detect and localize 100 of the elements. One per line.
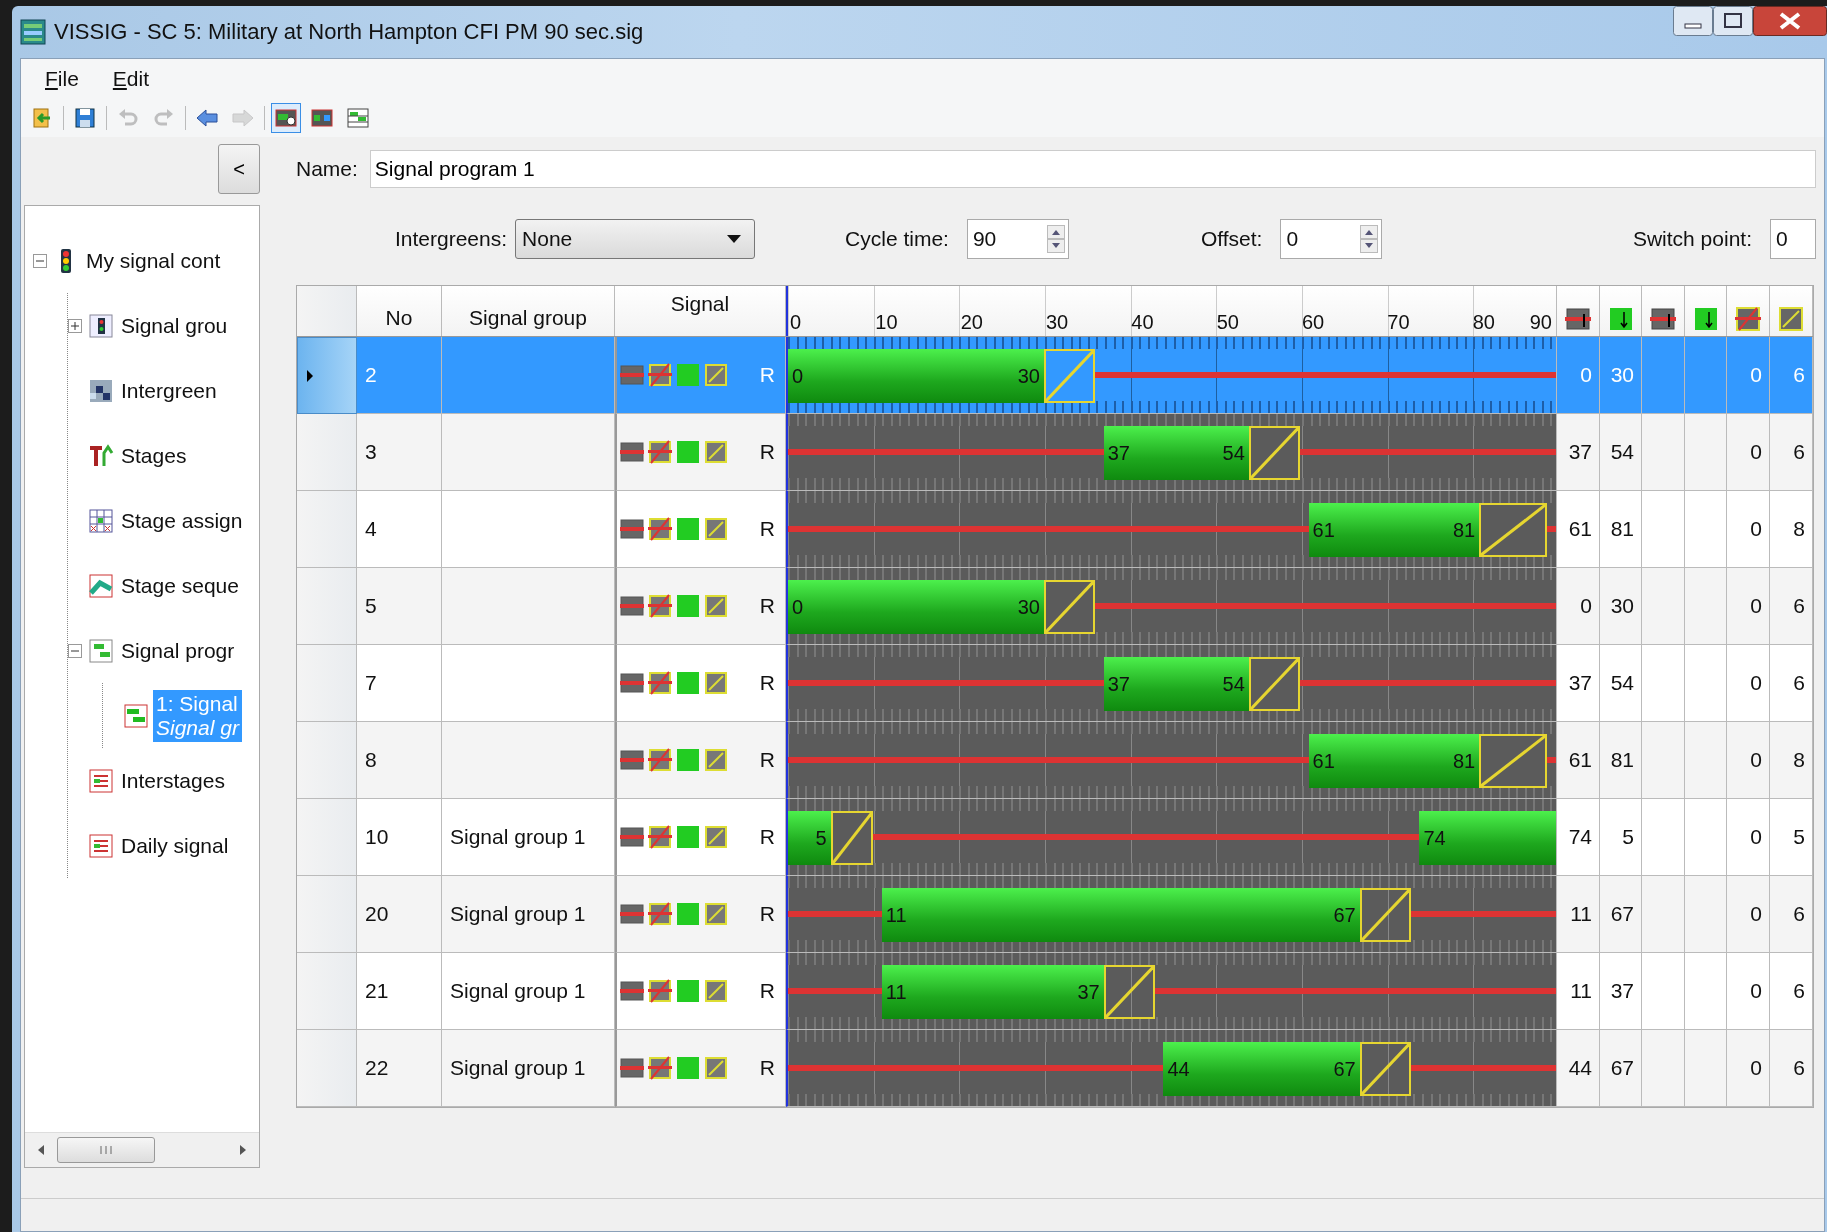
stop-end-icon [1565, 306, 1591, 332]
stages-icon [88, 442, 114, 469]
table-cell: 11 [1557, 953, 1600, 1030]
tree-item[interactable]: Interstages [118, 766, 228, 795]
bar-label: 37 [1076, 980, 1101, 1004]
table-cell: 44 [1557, 1030, 1600, 1107]
tree-item[interactable]: My signal cont [83, 246, 224, 275]
bars-icon [88, 637, 114, 664]
tree-item[interactable]: Stages [118, 441, 190, 470]
phase-bar[interactable]: 11 37 [881, 965, 1104, 1019]
phase-bar[interactable]: 61 81 [1308, 734, 1480, 788]
collapse-toggle[interactable] [68, 643, 84, 658]
tree-item[interactable]: Stage seque [118, 571, 242, 600]
intergreens-dropdown[interactable]: None [515, 219, 756, 259]
spin-up-icon[interactable] [1360, 225, 1379, 239]
bar-label: 0 [791, 595, 805, 619]
bar-label: 44 [1166, 1057, 1191, 1081]
phase-bar[interactable]: 74 [1419, 811, 1556, 865]
timeline-track[interactable]: 11 67 [786, 876, 1557, 953]
tree-item[interactable]: Signal progr [118, 636, 238, 665]
row-header-cell[interactable] [297, 337, 357, 414]
tree-item[interactable]: Intergreen [118, 376, 220, 405]
window-title: VISSIG - SC 5: Military at North Hampton CFI PM 90 sec.sig [54, 19, 644, 45]
row-header-cell[interactable] [297, 876, 357, 953]
timeline-view-button[interactable] [271, 103, 301, 133]
amber-box [1248, 657, 1300, 711]
table-cell: 81 [1600, 722, 1642, 799]
phase-bar[interactable]: 5 [788, 811, 831, 865]
horizontal-scrollbar[interactable] [25, 1132, 259, 1167]
table-cell: 8 [1770, 491, 1813, 568]
row-header-cell[interactable] [297, 953, 357, 1030]
menu-item[interactable]: Edit [112, 67, 150, 91]
table-cell: 54 [1600, 645, 1642, 722]
collapse-button[interactable]: < [218, 144, 260, 194]
phase-bar[interactable]: 37 54 [1103, 657, 1249, 711]
row-header-cell[interactable] [297, 491, 357, 568]
phase-bar[interactable]: 0 30 [788, 580, 1044, 634]
tree-item[interactable]: Daily signal [118, 831, 232, 860]
timeline-track[interactable]: 61 81 [786, 491, 1557, 568]
column-header[interactable]: Signal group [442, 286, 615, 336]
table-cell: 0 [1557, 568, 1600, 645]
tree-item[interactable]: Signal grou [118, 311, 231, 340]
timeline-track[interactable]: 0 30 [786, 337, 1557, 414]
offset-field[interactable]: 0 [1280, 219, 1383, 259]
bar-label: 37 [1106, 672, 1131, 696]
column-header[interactable]: Signal [615, 286, 786, 336]
menu-item[interactable]: File [45, 67, 79, 91]
phase-bar[interactable]: 44 67 [1163, 1042, 1360, 1096]
collapse-toggle[interactable] [33, 253, 49, 268]
table-cell: 0 [1727, 876, 1770, 953]
expand-toggle[interactable] [68, 318, 84, 333]
timeline-track[interactable]: 37 54 [786, 414, 1557, 491]
cycle-time-field[interactable]: 90 [966, 219, 1069, 259]
table-cell: 10 [357, 799, 442, 876]
switch-point-field[interactable]: 0 [1770, 219, 1816, 259]
close-button[interactable] [1753, 6, 1827, 36]
stop-signal-icon [620, 517, 644, 541]
timeline-track[interactable]: 5 74 [786, 799, 1557, 876]
timeline-label: 20 [960, 311, 983, 334]
timeline-track[interactable]: 37 54 [786, 645, 1557, 722]
field-label: Switch point: [1632, 227, 1752, 251]
timeline-track[interactable]: 11 37 [786, 953, 1557, 1030]
table-view-icon [346, 106, 370, 130]
table-cell: 20 [357, 876, 442, 953]
go-signal-icon [676, 1056, 700, 1080]
row-header-cell[interactable] [297, 414, 357, 491]
phase-bar[interactable]: 0 30 [788, 349, 1044, 403]
phase-bar[interactable]: 61 81 [1308, 503, 1480, 557]
column-header[interactable]: No [357, 286, 442, 336]
timeline-label: 30 [1046, 311, 1069, 334]
maximize-button[interactable] [1713, 6, 1753, 36]
row-header-cell[interactable] [297, 568, 357, 645]
timeline-track[interactable]: 44 67 [786, 1030, 1557, 1107]
timeline-label: 40 [1131, 311, 1154, 334]
table-cell: 67 [1600, 876, 1642, 953]
phase-bar[interactable]: 37 54 [1103, 426, 1249, 480]
minimize-button[interactable] [1673, 6, 1713, 36]
row-header-cell[interactable] [297, 722, 357, 799]
table-cell: Signal group 1 [442, 876, 615, 953]
scroll-thumb[interactable] [57, 1137, 155, 1163]
spin-down-icon[interactable] [1360, 239, 1379, 253]
amber-box [1359, 1042, 1411, 1096]
row-header-cell[interactable] [297, 645, 357, 722]
spin-up-icon[interactable] [1046, 225, 1065, 239]
stop-signal-icon [620, 363, 644, 387]
timeline-track[interactable]: 61 81 [786, 722, 1557, 799]
phase-bar[interactable]: 11 67 [881, 888, 1360, 942]
go-signal-icon [676, 979, 700, 1003]
name-field[interactable]: Signal program 1 [369, 150, 1816, 188]
table-cell: 37 [1557, 645, 1600, 722]
tree-item[interactable]: Stage assign [118, 506, 246, 535]
table-cell: 11 [1557, 876, 1600, 953]
spin-down-icon[interactable] [1046, 239, 1065, 253]
table-cell: 67 [1600, 1030, 1642, 1107]
row-header-cell[interactable] [297, 799, 357, 876]
field-label: Name: [296, 157, 358, 181]
row-header-cell[interactable] [297, 1030, 357, 1107]
bar-label: 54 [1221, 672, 1246, 696]
timeline-track[interactable]: 0 30 [786, 568, 1557, 645]
table-cell: 6 [1770, 568, 1813, 645]
